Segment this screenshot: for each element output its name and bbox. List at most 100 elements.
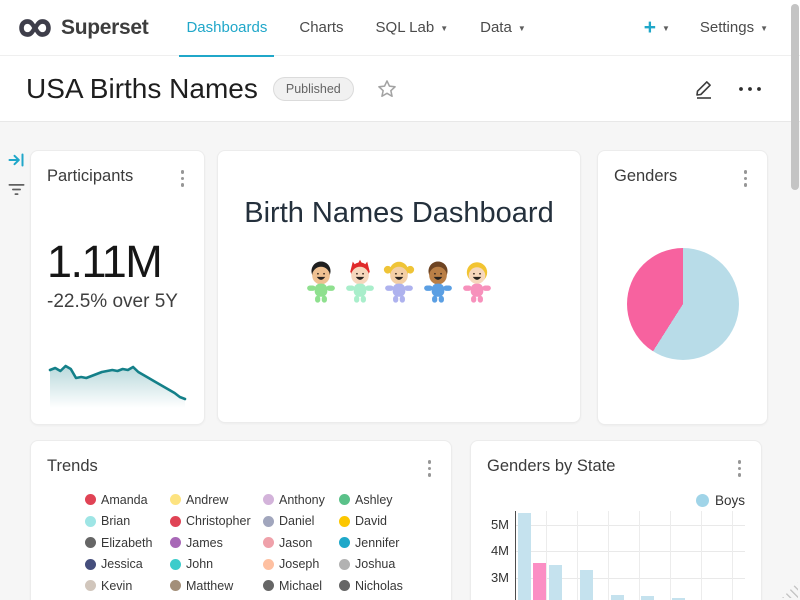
card-title: Participants	[47, 167, 133, 186]
tab-dashboards-label: Dashboards	[186, 19, 267, 36]
legend-item-matthew[interactable]: Matthew	[170, 579, 263, 593]
v-gridline	[577, 511, 578, 600]
v-gridline	[546, 511, 547, 600]
legend-label: Daniel	[279, 514, 314, 528]
dashboard-header: USA Births Names Published	[0, 56, 800, 122]
legend-label: David	[355, 514, 387, 528]
v-gridline	[639, 511, 640, 600]
card-genders-by-state: Genders by State Boys 5M4M3M	[470, 440, 762, 600]
chart-menu-icon[interactable]	[740, 167, 752, 190]
more-options-icon[interactable]	[738, 86, 762, 92]
card-participants: Participants 1.11M -22.5% over 5Y	[30, 150, 205, 425]
legend-label: Anthony	[279, 493, 325, 507]
bar	[518, 513, 531, 600]
v-gridline	[701, 511, 702, 600]
card-title: Trends	[47, 457, 98, 476]
legend-label: Matthew	[186, 579, 233, 593]
legend-dot	[170, 559, 181, 570]
new-item-button[interactable]: + ▼	[644, 16, 670, 40]
legend-dot	[263, 516, 274, 527]
settings-menu[interactable]: Settings ▼	[700, 19, 768, 36]
intro-heading: Birth Names Dashboard	[234, 197, 564, 230]
y-axis-tick-label: 3M	[481, 570, 509, 585]
legend-dot	[85, 494, 96, 505]
legend-item-michael[interactable]: Michael	[263, 579, 339, 593]
legend-item-amanda[interactable]: Amanda	[85, 493, 170, 507]
h-gridline	[516, 551, 745, 552]
edit-pencil-icon[interactable]	[694, 78, 714, 99]
legend-item-jessica[interactable]: Jessica	[85, 557, 170, 571]
legend-item-daniel[interactable]: Daniel	[263, 514, 339, 528]
child-figure	[381, 257, 417, 304]
page-title: USA Births Names	[26, 73, 258, 105]
legend-item-joseph[interactable]: Joseph	[263, 557, 339, 571]
chevron-down-icon: ▼	[760, 24, 768, 33]
legend-label: James	[186, 536, 223, 550]
nav-tabs: Dashboards Charts SQL Lab ▼ Data ▼	[170, 0, 541, 56]
h-gridline	[516, 525, 745, 526]
legend-label: Jason	[279, 536, 312, 550]
tab-data[interactable]: Data ▼	[464, 0, 542, 56]
legend-item-kevin[interactable]: Kevin	[85, 579, 170, 593]
y-axis-tick-label: 4M	[481, 543, 509, 558]
legend-item-brian[interactable]: Brian	[85, 514, 170, 528]
children-illustration	[234, 257, 564, 304]
legend-dot	[170, 516, 181, 527]
participants-sparkline	[45, 346, 190, 408]
legend-item-john[interactable]: John	[170, 557, 263, 571]
legend-item-christopher[interactable]: Christopher	[170, 514, 263, 528]
top-navbar: Superset Dashboards Charts SQL Lab ▼ Dat…	[0, 0, 800, 56]
legend-dot	[263, 537, 274, 548]
expand-filter-bar-icon[interactable]	[8, 152, 25, 173]
boys-legend-dot	[696, 494, 709, 507]
tab-charts[interactable]: Charts	[283, 0, 359, 56]
legend-item-elizabeth[interactable]: Elizabeth	[85, 536, 170, 550]
chart-menu-icon[interactable]	[424, 457, 436, 480]
superset-dashboard-screen: Superset Dashboards Charts SQL Lab ▼ Dat…	[0, 0, 800, 600]
legend-item-jennifer[interactable]: Jennifer	[339, 536, 435, 550]
legend-dot	[170, 537, 181, 548]
legend-dot	[339, 494, 350, 505]
legend-item-anthony[interactable]: Anthony	[263, 493, 339, 507]
favorite-star-icon[interactable]	[376, 78, 398, 100]
tab-sql-lab[interactable]: SQL Lab ▼	[360, 0, 465, 56]
legend-item-ashley[interactable]: Ashley	[339, 493, 435, 507]
legend-label: Elizabeth	[101, 536, 152, 550]
bar	[580, 570, 593, 600]
bar	[641, 596, 654, 600]
settings-label: Settings	[700, 19, 754, 36]
legend-dot	[85, 516, 96, 527]
legend-item-joshua[interactable]: Joshua	[339, 557, 435, 571]
legend-item-james[interactable]: James	[170, 536, 263, 550]
superset-logo[interactable]: Superset	[18, 15, 148, 41]
card-dashboard-intro: Birth Names Dashboard	[217, 150, 581, 423]
published-badge[interactable]: Published	[273, 77, 354, 101]
scrollbar-thumb[interactable]	[791, 4, 799, 190]
card-resize-handle[interactable]	[782, 582, 798, 598]
legend-dot	[339, 580, 350, 591]
card-trends: Trends Amanda Andrew Anthony Ashley BrianChr…	[30, 440, 452, 600]
legend-item-david[interactable]: David	[339, 514, 435, 528]
legend-label: Ashley	[355, 493, 393, 507]
v-gridline	[670, 511, 671, 600]
chevron-down-icon: ▼	[662, 24, 670, 33]
legend-dot	[339, 537, 350, 548]
legend-label: John	[186, 557, 213, 571]
chart-menu-icon[interactable]	[177, 167, 189, 190]
header-actions	[694, 78, 774, 99]
legend-item-boys[interactable]: Boys	[487, 493, 745, 508]
tab-dashboards[interactable]: Dashboards	[170, 0, 283, 56]
boys-legend-label: Boys	[715, 493, 745, 508]
v-gridline	[732, 511, 733, 600]
plus-icon: +	[644, 16, 656, 40]
legend-label: Andrew	[186, 493, 228, 507]
legend-item-andrew[interactable]: Andrew	[170, 493, 263, 507]
legend-item-nicholas[interactable]: Nicholas	[339, 579, 435, 593]
legend-dot	[170, 494, 181, 505]
v-gridline	[608, 511, 609, 600]
legend-dot	[263, 580, 274, 591]
chevron-down-icon: ▼	[518, 24, 526, 33]
legend-item-jason[interactable]: Jason	[263, 536, 339, 550]
filter-icon[interactable]	[8, 182, 25, 202]
chart-menu-icon[interactable]	[734, 457, 746, 480]
